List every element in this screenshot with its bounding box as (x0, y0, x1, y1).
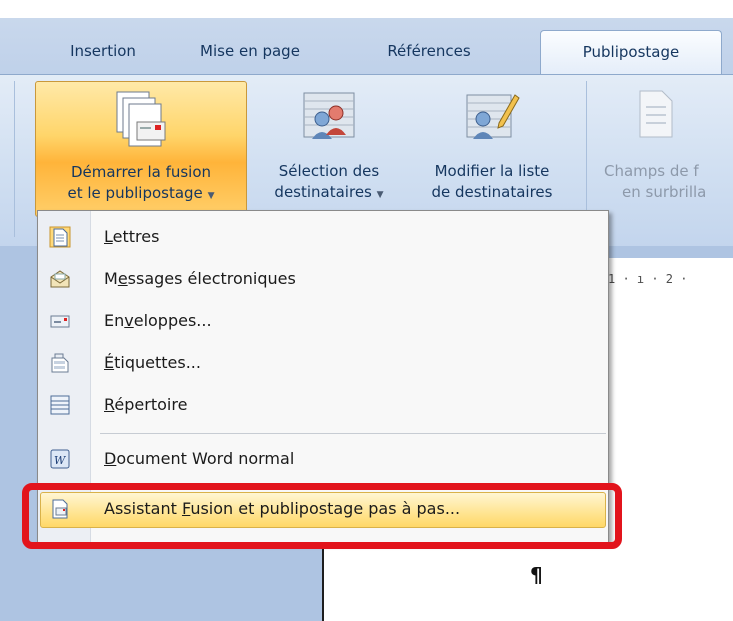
label-prefix: M (104, 269, 118, 288)
chevron-down-icon: ▼ (376, 190, 384, 200)
tab-references[interactable]: Références (350, 30, 508, 74)
directory-icon (49, 394, 71, 416)
svg-text:W: W (54, 454, 67, 467)
menu-item-label: Lettres (104, 217, 159, 257)
menu-item-label: Répertoire (104, 385, 187, 425)
access-key: v (124, 311, 134, 330)
ribbon-tabbar: Insertion Mise en page Références Publip… (0, 18, 733, 75)
menu-item-lettres[interactable]: Lettres (38, 217, 608, 257)
edit-recipient-list-button[interactable]: Modifier la liste de destinataires (408, 81, 576, 215)
edit-list-icon (463, 89, 521, 147)
menu-item-label: Document Word normal (104, 439, 294, 479)
recipients-icon (300, 89, 358, 147)
highlight-merge-fields-button: Champs de f en surbrilla (596, 81, 733, 215)
document-icon (636, 89, 676, 143)
menu-item-repertoire[interactable]: Répertoire (38, 385, 608, 425)
chevron-down-icon: ▼ (207, 191, 215, 201)
label-prefix: En (104, 311, 125, 330)
ruler-ticks: 1 · ı · 2 · (608, 272, 688, 286)
label-suffix: ocument Word normal (116, 449, 295, 468)
menu-item-label: Étiquettes... (104, 343, 201, 383)
start-merge-label-1: Démarrer la fusion (70, 163, 212, 181)
label-suffix: tiquettes... (114, 353, 201, 372)
tab-insertion[interactable]: Insertion (52, 30, 154, 74)
highlight-fields-label-1: Champs de f (604, 162, 699, 180)
start-merge-label-2: et le publipostage ▼ (36, 183, 246, 206)
envelope-open-icon (49, 268, 71, 290)
start-merge-button[interactable]: Démarrer la fusion et le publipostage ▼ (35, 81, 247, 217)
menu-item-document-word-normal[interactable]: W Document Word normal (38, 439, 608, 479)
menu-item-label: Enveloppes... (104, 301, 212, 341)
word-doc-icon: W (49, 448, 71, 470)
highlight-fields-label-2: en surbrilla (622, 183, 707, 201)
select-recipients-label-2-text: destinataires (274, 183, 372, 201)
select-recipients-label-2: destinataires ▼ (256, 182, 402, 205)
label-suffix: épertoire (114, 395, 188, 414)
access-key: D (104, 449, 117, 468)
access-key: R (104, 395, 115, 414)
menu-item-enveloppes[interactable]: Enveloppes... (38, 301, 608, 341)
menu-item-etiquettes[interactable]: Étiquettes... (38, 343, 608, 383)
menu-item-messages-electroniques[interactable]: Messages électroniques (38, 259, 608, 299)
tab-mise-en-page[interactable]: Mise en page (186, 30, 314, 74)
select-recipients-label-1: Sélection des (278, 162, 380, 180)
group-separator (14, 81, 15, 237)
menu-item-label: Messages électroniques (104, 259, 296, 299)
edit-list-label-2: de destinataires (431, 183, 553, 201)
labels-icon (49, 352, 71, 374)
label-suffix: ssages électroniques (127, 269, 296, 288)
envelope-icon (49, 310, 71, 332)
annotation-highlight-box (22, 483, 622, 549)
select-recipients-button[interactable]: Sélection des destinataires ▼ (256, 81, 402, 215)
access-key: e (117, 269, 128, 288)
mail-merge-doc-icon (111, 90, 171, 156)
tab-publipostage[interactable]: Publipostage (540, 30, 722, 75)
menu-separator (100, 433, 606, 434)
label-suffix: eloppes... (133, 311, 212, 330)
access-key: É (104, 353, 115, 372)
paragraph-mark: ¶ (530, 563, 543, 587)
start-merge-label-2-text: et le publipostage (67, 184, 203, 202)
word-window: Insertion Mise en page Références Publip… (0, 0, 733, 621)
horizontal-ruler[interactable]: 1 · ı · 2 · (596, 258, 733, 303)
letter-doc-icon (49, 226, 71, 248)
access-key: L (104, 227, 113, 246)
label-suffix: ettres (112, 227, 160, 246)
edit-list-label-1: Modifier la liste (434, 162, 550, 180)
